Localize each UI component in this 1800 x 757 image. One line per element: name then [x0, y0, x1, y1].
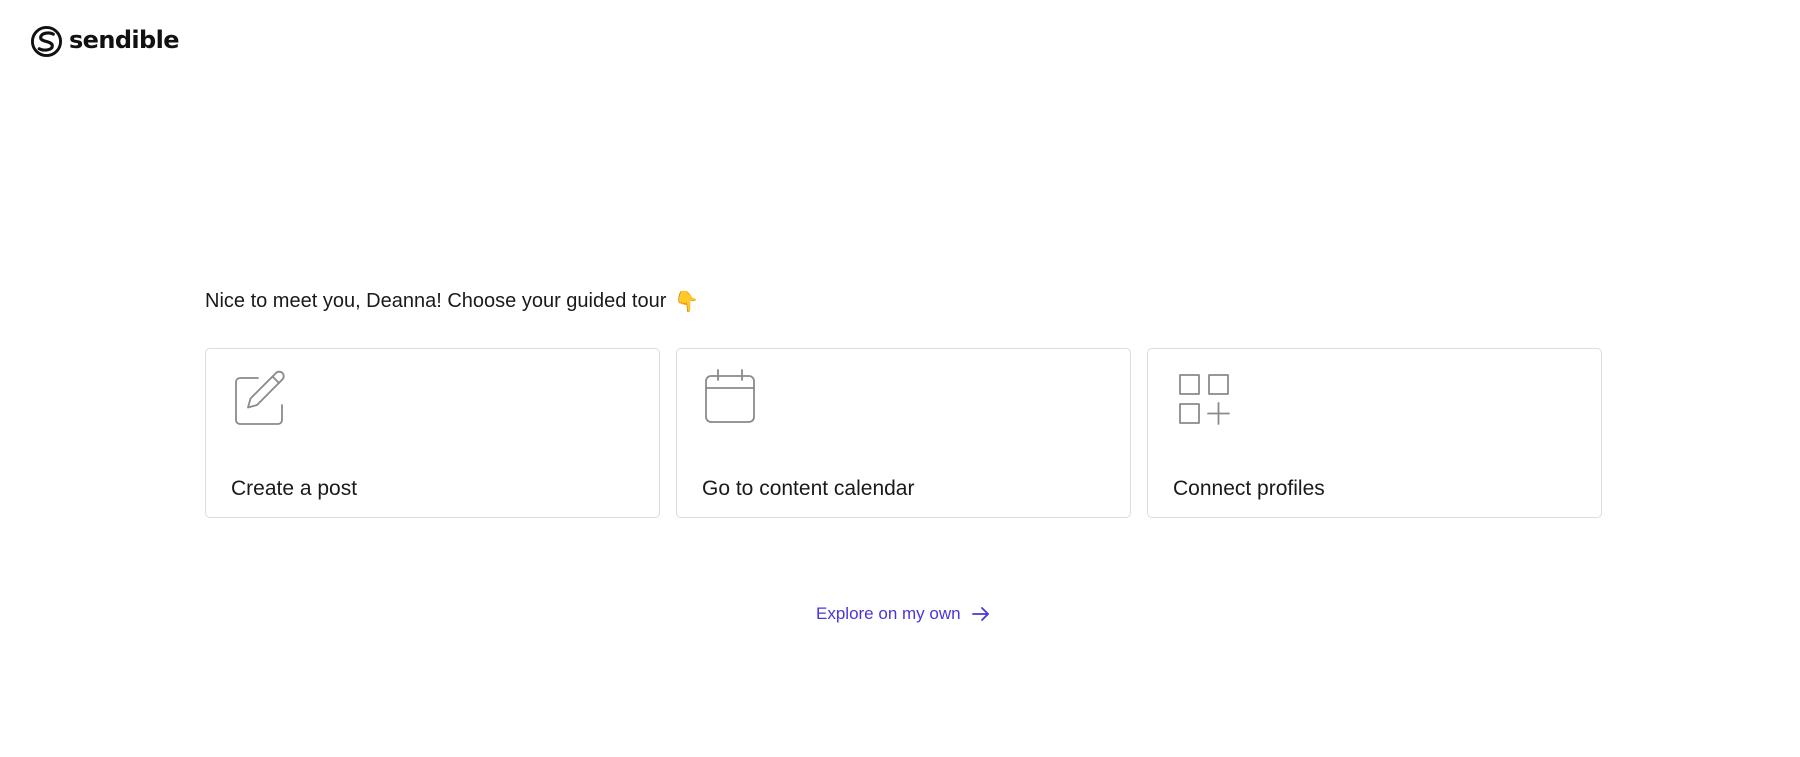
explore-on-my-own-link[interactable]: Explore on my own [816, 604, 991, 624]
create-post-label: Create a post [231, 477, 358, 500]
content-calendar-label: Go to content calendar [702, 477, 915, 500]
content-calendar-card[interactable]: Go to content calendar [676, 348, 1131, 518]
page: sendible Nice to meet you, Deanna! Choos… [0, 0, 1800, 757]
create-post-card[interactable]: Create a post [205, 348, 660, 518]
edit-icon [235, 370, 285, 425]
sendible-logo-icon [30, 25, 63, 57]
connect-profiles-card[interactable]: Connect profiles [1147, 348, 1602, 518]
heading-text: Nice to meet you, Deanna! Choose your gu… [205, 290, 667, 312]
calendar-icon [705, 369, 755, 423]
explore-link-label: Explore on my own [816, 604, 961, 623]
arrow-right-icon [971, 607, 989, 621]
connect-profiles-label: Connect profiles [1173, 477, 1325, 500]
brand-name: sendible [69, 26, 180, 54]
brand-logo[interactable]: sendible [30, 24, 180, 58]
pointing-down-emoji: 👇 [674, 290, 700, 313]
tour-options: Create a post Go to content calendar Con… [205, 348, 1602, 518]
apps-add-icon [1179, 374, 1230, 425]
page-heading: Nice to meet you, Deanna! Choose your gu… [205, 290, 699, 313]
